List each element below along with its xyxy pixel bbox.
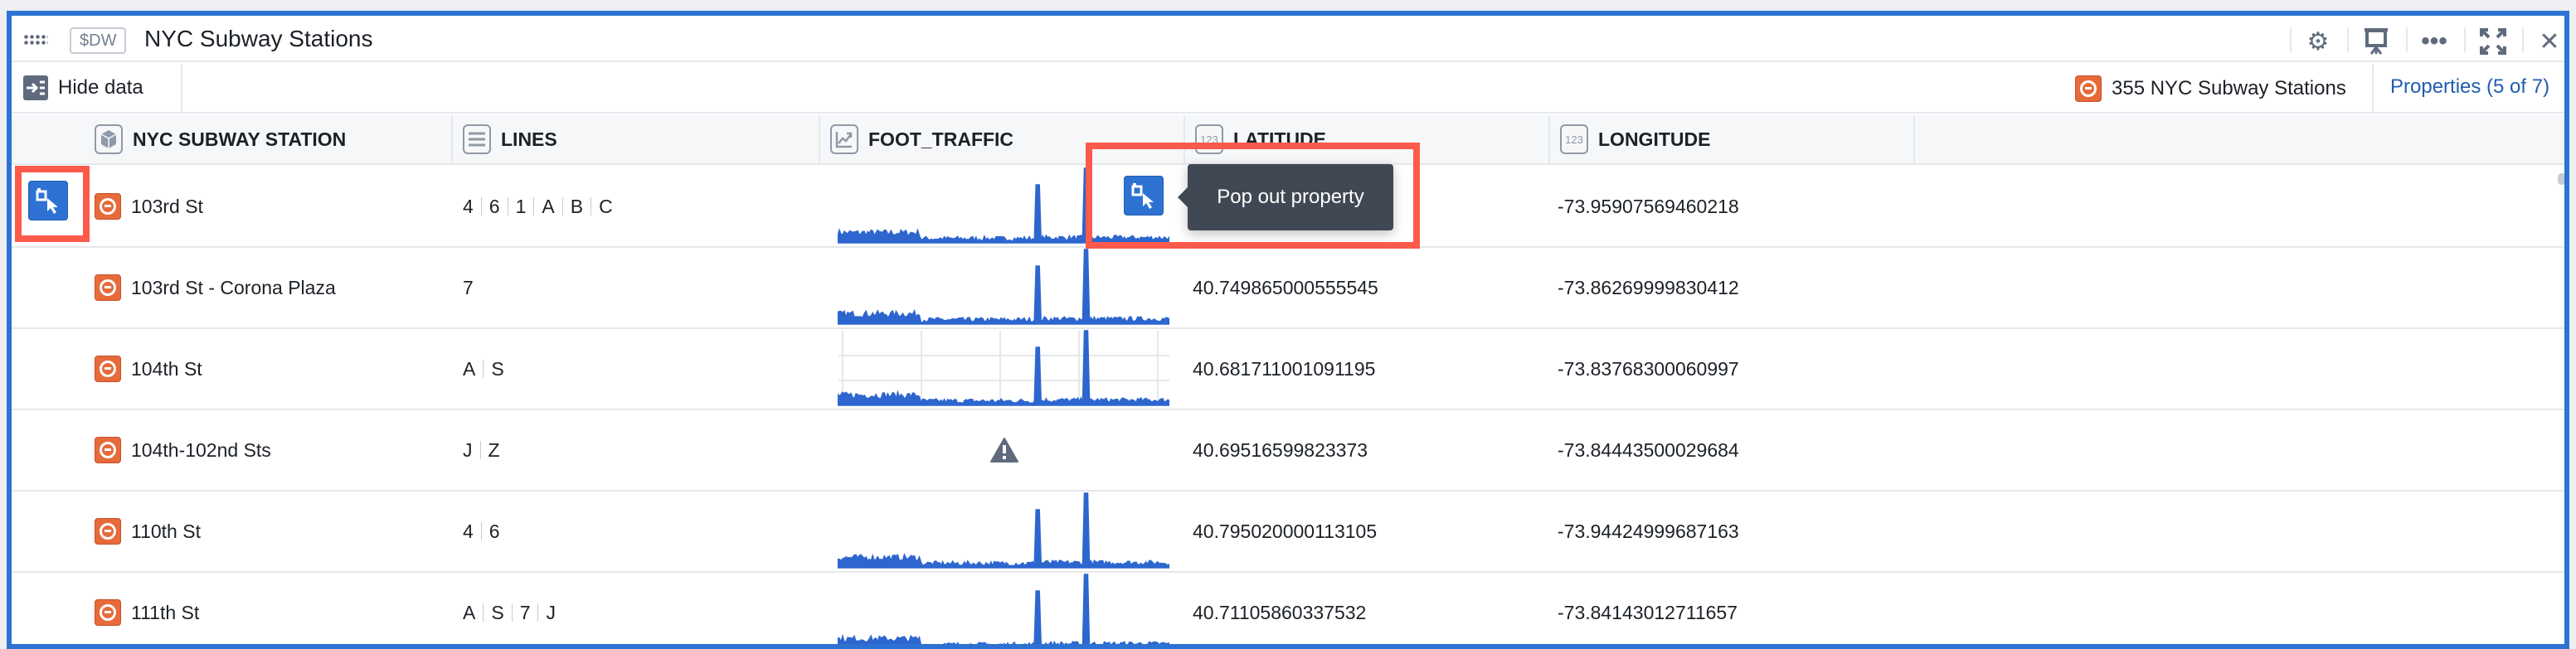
line-badge: A: [542, 195, 555, 217]
timeseries-icon: [830, 124, 858, 154]
station-name[interactable]: 104th St: [131, 358, 202, 380]
table-toolbar: Hide data 355 NYC Subway Stations Proper…: [12, 64, 2564, 114]
line-badge: 4: [463, 195, 474, 217]
column-label: LONGITUDE: [1598, 128, 1711, 150]
hide-data-label: Hide data: [58, 76, 143, 99]
scrollbar[interactable]: [2558, 173, 2564, 185]
column-label: LINES: [501, 128, 557, 150]
widget-title: NYC Subway Stations: [144, 26, 373, 51]
presentation-icon[interactable]: [2362, 27, 2390, 56]
properties-button[interactable]: Properties (5 of 7): [2390, 75, 2549, 99]
list-icon: [463, 124, 491, 154]
subway-station-object-icon: [95, 599, 121, 626]
table-row[interactable]: 110th St 46 40.795020000113105 -73.94424…: [12, 492, 2564, 573]
line-badge: 7: [463, 276, 474, 298]
table-row[interactable]: 103rd St - Corona Plaza 7 40.74986500055…: [12, 248, 2564, 329]
line-badge: A: [463, 601, 476, 623]
column-label: NYC SUBWAY STATION: [133, 128, 347, 150]
line-badge: 4: [463, 520, 474, 542]
line-badge: 6: [488, 520, 500, 542]
subway-station-object-icon: [95, 518, 121, 545]
line-badge: J: [463, 438, 473, 461]
subway-station-object-icon: [95, 193, 121, 220]
warning-icon: [990, 438, 1018, 463]
subway-station-object-icon: [2075, 75, 2102, 102]
object-count: 355 NYC Subway Stations: [2075, 75, 2346, 102]
station-cell[interactable]: 104th St: [95, 329, 202, 409]
lines-cell: AS: [463, 329, 504, 409]
lines-cell: AS7J: [463, 573, 556, 644]
subway-station-object-icon: [95, 274, 121, 301]
lines-cell: 461ABC: [463, 167, 613, 246]
subway-station-object-icon: [95, 437, 121, 463]
annotation-box: [1086, 143, 1420, 249]
column-header-longitude[interactable]: 123 LONGITUDE: [1550, 115, 1915, 163]
drag-handle-icon[interactable]: [23, 34, 48, 46]
longitude-cell: -73.94424999687163: [1558, 520, 1739, 542]
station-cell[interactable]: 103rd St - Corona Plaza: [95, 248, 336, 327]
number-icon: 123: [1560, 124, 1588, 154]
longitude-cell: -73.84143012711657: [1558, 601, 1738, 623]
column-label: FOOT_TRAFFIC: [868, 128, 1014, 150]
hide-data-button[interactable]: Hide data: [12, 64, 182, 112]
foot-traffic-sparkline[interactable]: [838, 492, 1169, 571]
line-badge: S: [491, 601, 504, 623]
lines-cell: 46: [463, 492, 500, 571]
latitude-cell: 40.71105860337532: [1193, 601, 1367, 623]
gear-icon[interactable]: ⚙: [2304, 27, 2332, 56]
station-cell[interactable]: 103rd St: [95, 167, 203, 246]
longitude-cell: -73.84443500029684: [1558, 438, 1739, 461]
cube-icon: [95, 124, 123, 154]
line-badge: 7: [519, 601, 531, 623]
lines-cell: JZ: [463, 410, 500, 490]
line-badge: J: [546, 601, 556, 623]
latitude-cell: 40.749865000555545: [1193, 276, 1378, 298]
foot-traffic-sparkline[interactable]: [838, 573, 1169, 649]
object-table-widget: $DW NYC Subway Stations ⚙ ••• ✕ Hide dat…: [7, 11, 2569, 649]
station-name[interactable]: 110th St: [131, 521, 201, 543]
variable-tag: $DW: [70, 27, 127, 54]
line-badge: C: [599, 195, 613, 217]
expand-icon[interactable]: [2479, 27, 2507, 56]
longitude-cell: -73.83768300060997: [1558, 357, 1739, 380]
table-row[interactable]: 104th-102nd Sts JZ 40.69516599823373 -73…: [12, 410, 2564, 492]
station-cell[interactable]: 111th St: [95, 573, 199, 644]
line-badge: 6: [488, 195, 500, 217]
more-icon[interactable]: •••: [2420, 27, 2448, 56]
close-icon[interactable]: ✕: [2535, 27, 2564, 56]
hide-data-icon: [23, 75, 48, 100]
line-badge: Z: [488, 438, 500, 461]
latitude-cell: 40.69516599823373: [1193, 438, 1368, 461]
station-name[interactable]: 111th St: [131, 602, 199, 624]
longitude-cell: -73.95907569460218: [1558, 195, 1739, 217]
foot-traffic-sparkline[interactable]: [838, 329, 1169, 409]
widget-header: $DW NYC Subway Stations ⚙ ••• ✕: [12, 16, 2564, 62]
station-name[interactable]: 103rd St: [131, 196, 203, 218]
line-badge: A: [463, 357, 476, 380]
line-badge: S: [491, 357, 504, 380]
column-header-nyc-subway-station[interactable]: NYC SUBWAY STATION: [12, 115, 453, 163]
object-count-label: 355 NYC Subway Stations: [2112, 77, 2346, 99]
table-row[interactable]: 104th St AS 40.681711001091195 -73.83768…: [12, 329, 2564, 410]
column-header-lines[interactable]: LINES: [453, 115, 820, 163]
line-badge: 1: [515, 195, 527, 217]
station-cell[interactable]: 104th-102nd Sts: [95, 410, 271, 490]
longitude-cell: -73.86269999830412: [1558, 276, 1739, 298]
lines-cell: 7: [463, 248, 474, 327]
station-name[interactable]: 104th-102nd Sts: [131, 439, 271, 462]
annotation-box: [15, 166, 90, 242]
table-row[interactable]: 111th St AS7J 40.71105860337532 -73.8414…: [12, 573, 2564, 649]
subway-station-object-icon: [95, 356, 121, 382]
line-badge: B: [570, 195, 584, 217]
station-name[interactable]: 103rd St - Corona Plaza: [131, 277, 336, 299]
station-cell[interactable]: 110th St: [95, 492, 201, 571]
latitude-cell: 40.681711001091195: [1193, 357, 1376, 380]
foot-traffic-sparkline[interactable]: [838, 248, 1169, 327]
latitude-cell: 40.795020000113105: [1193, 520, 1378, 542]
